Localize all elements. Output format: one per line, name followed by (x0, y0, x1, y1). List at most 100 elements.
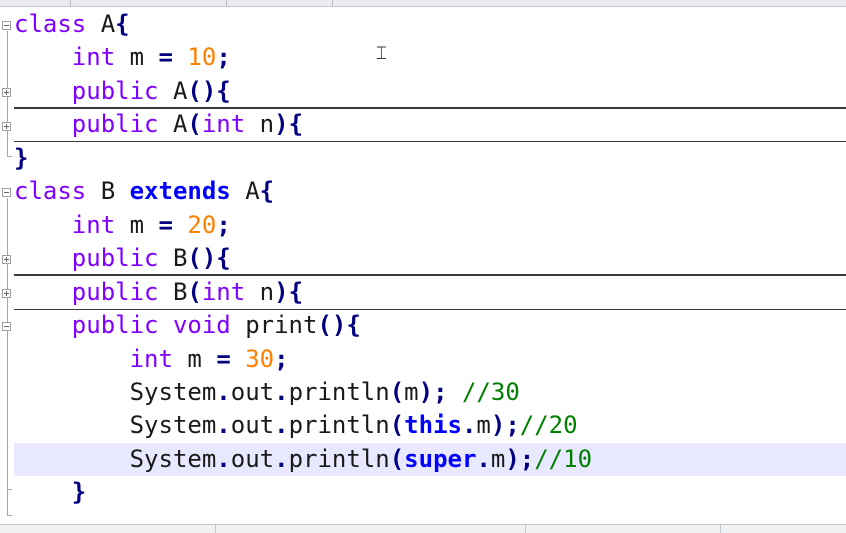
code-token: ( (187, 110, 202, 138)
code-token: 20 (187, 211, 217, 239)
code-token: A (158, 110, 188, 138)
code-line[interactable]: public B(){ (14, 242, 846, 276)
code-token: System (14, 411, 217, 439)
code-line[interactable]: System.out.println(m); //30 (14, 376, 846, 409)
code-token: ( (389, 378, 405, 406)
tab-strip (0, 0, 846, 7)
code-token: . (216, 445, 231, 473)
tab-separator (70, 0, 71, 6)
code-token: int (129, 345, 173, 373)
code-token: . (216, 378, 231, 406)
code-line[interactable]: System.out.println(this.m);//20 (14, 409, 846, 442)
status-bar (0, 524, 846, 533)
code-token: out (230, 445, 275, 473)
code-token: int (201, 110, 246, 138)
code-token: int (71, 43, 116, 71)
code-token: } (71, 478, 87, 506)
code-token: m (172, 345, 217, 373)
code-token: ); (490, 411, 520, 439)
code-token: public (71, 110, 159, 138)
fold-collapse-icon[interactable] (2, 21, 11, 30)
code-token: public (71, 244, 159, 272)
code-line[interactable]: public B(int n){ (14, 276, 846, 310)
code-token: ; (216, 211, 231, 239)
fold-expand-icon[interactable] (2, 122, 11, 131)
code-line[interactable]: int m = 30; (14, 343, 846, 376)
code-line[interactable]: } (14, 142, 846, 175)
code-line[interactable]: class B extends A{ (14, 175, 846, 208)
code-line[interactable]: int m = 10; (14, 41, 846, 74)
code-token: void (172, 311, 231, 339)
code-token: println (288, 445, 390, 473)
code-token: ){ (274, 278, 304, 306)
code-token: ); (418, 378, 448, 406)
code-token: . (216, 411, 231, 439)
code-token: B (158, 278, 188, 306)
code-token: extends (129, 177, 231, 205)
status-separator (215, 525, 216, 533)
fold-collapse-icon[interactable] (2, 188, 11, 197)
code-line[interactable]: public A(){ (14, 75, 846, 109)
code-token: (){ (187, 77, 231, 105)
code-token: //20 (519, 411, 578, 439)
code-token: B (158, 244, 188, 272)
status-separator (525, 525, 526, 533)
code-token: ); (505, 445, 535, 473)
fold-expand-icon[interactable] (2, 289, 11, 298)
code-token: . (274, 445, 289, 473)
code-token: class (14, 10, 87, 38)
code-token: ; (216, 43, 231, 71)
fold-collapse-icon[interactable] (2, 322, 11, 331)
code-token: m (490, 445, 506, 473)
code-token: super (404, 445, 477, 473)
code-token: println (288, 378, 390, 406)
code-token: 30 (245, 345, 275, 373)
code-token: A (230, 177, 260, 205)
code-token: m (404, 378, 419, 406)
code-token: { (259, 177, 275, 205)
code-token: ; (274, 345, 289, 373)
code-line[interactable]: int m = 20; (14, 209, 846, 242)
code-token: int (71, 211, 116, 239)
code-token: n (245, 278, 275, 306)
code-token: class (14, 177, 87, 205)
fold-end-marker (7, 515, 12, 516)
code-token: B (86, 177, 130, 205)
code-token: . (274, 378, 289, 406)
code-token: (){ (187, 244, 231, 272)
code-token: //30 (461, 378, 520, 406)
code-token: ( (389, 445, 405, 473)
code-token: public (71, 278, 159, 306)
fold-margin[interactable] (0, 7, 14, 517)
code-token: . (461, 411, 477, 439)
code-token: A (86, 10, 116, 38)
code-line[interactable]: public A(int n){ (14, 108, 846, 142)
fold-expand-icon[interactable] (2, 255, 11, 264)
code-token: m (115, 211, 159, 239)
code-token: { (115, 10, 130, 38)
code-token: A (158, 77, 188, 105)
fold-guide (7, 198, 8, 516)
code-token: n (245, 110, 275, 138)
code-token: ( (389, 411, 405, 439)
code-token: m (115, 43, 159, 71)
code-token: System (14, 378, 217, 406)
code-line[interactable]: class A{ (14, 8, 846, 41)
code-line[interactable]: } (14, 476, 846, 509)
code-line[interactable]: public void print(){ (14, 309, 846, 342)
code-token: = (158, 43, 173, 71)
code-token: . (274, 411, 289, 439)
fold-expand-icon[interactable] (2, 88, 11, 97)
code-editor[interactable]: class A{ int m = 10; public A(){ public … (0, 0, 846, 533)
fold-end-marker (7, 489, 12, 490)
code-line[interactable]: System.out.println(super.m);//10 (14, 443, 846, 476)
